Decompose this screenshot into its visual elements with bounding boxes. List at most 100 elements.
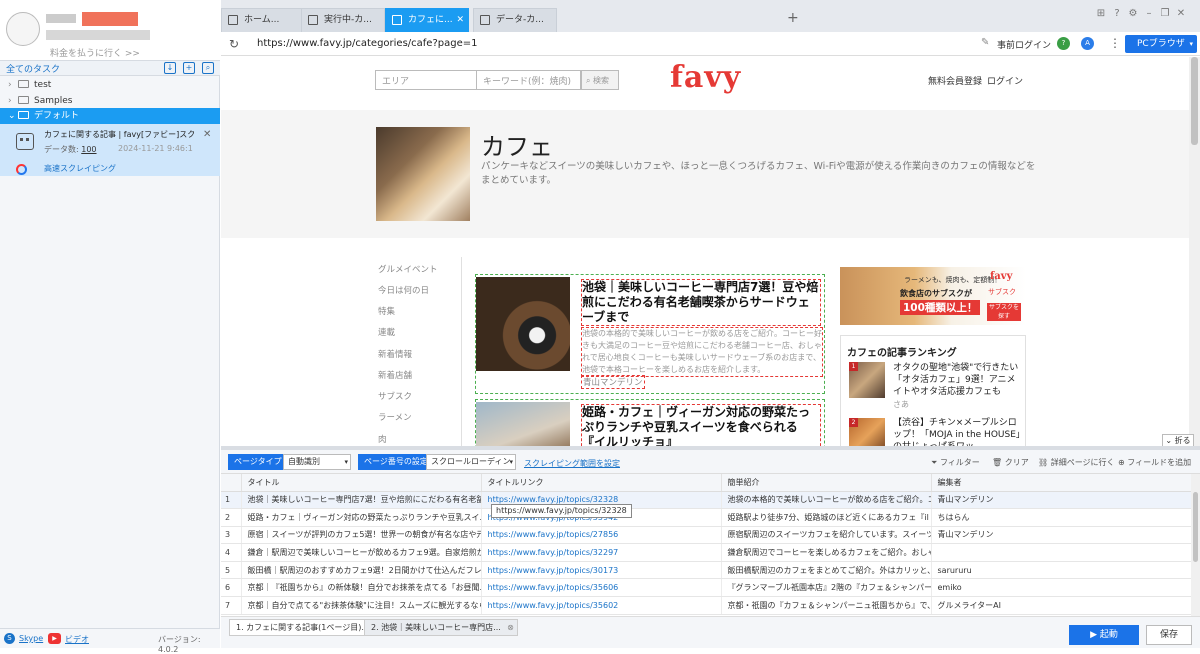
login-link[interactable]: ログイン bbox=[987, 74, 1023, 87]
side-nav-item[interactable]: 今日は何の日 bbox=[378, 284, 429, 296]
save-button[interactable]: 保存 bbox=[1146, 625, 1192, 645]
prelogin-button[interactable]: 事前ログイン bbox=[997, 38, 1051, 51]
pencil-icon[interactable]: ✎ bbox=[981, 37, 989, 48]
search-task-icon[interactable]: ⌕ bbox=[202, 62, 214, 74]
tab-data[interactable]: データ-カ... bbox=[473, 8, 557, 32]
table-row[interactable]: 5 飯田橋｜駅周辺のおすすめカフェ9選！2日間かけて仕込んだフレ... https:… bbox=[221, 561, 1191, 580]
article-image bbox=[476, 277, 570, 371]
subscription-cta[interactable]: サブスクを探す bbox=[987, 303, 1021, 321]
category-description: パンケーキなどスイーツの美味しいカフェや、ほっと一息くつろげるカフェ、Wi-Fi… bbox=[481, 161, 1036, 186]
dom-icon[interactable]: A bbox=[1081, 37, 1094, 50]
folder-samples[interactable]: › Samples bbox=[0, 93, 220, 109]
plus-circle-icon: ⊕ bbox=[1118, 458, 1125, 467]
browser-mode-select[interactable]: PCブラウザ ▾ bbox=[1125, 35, 1197, 53]
tab-bar: ホーム... 実行中-カ... カフェに... ✕ データ-カ... + ⊞ ? … bbox=[221, 0, 1200, 32]
grid-scrollbar[interactable] bbox=[1191, 474, 1200, 616]
more-menu-icon[interactable]: ⋮ bbox=[1109, 36, 1121, 50]
ranking-image[interactable]: 2 bbox=[849, 418, 885, 446]
tab-cafe[interactable]: カフェに... ✕ bbox=[385, 8, 469, 32]
folder-test[interactable]: › test bbox=[0, 77, 220, 93]
new-tab-icon[interactable]: + bbox=[787, 10, 799, 26]
skype-link[interactable]: Skype bbox=[19, 634, 43, 643]
article-title[interactable]: 姫路・カフェ｜ヴィーガン対応の野菜たっぷりランチや豆乳スイーツを食べられる『イル… bbox=[581, 404, 821, 446]
column-header-link[interactable]: タイトルリンク bbox=[481, 474, 722, 492]
favy-logo[interactable]: favy bbox=[670, 60, 741, 95]
trash-icon: 🗑 bbox=[992, 458, 1003, 467]
blurred-account-info bbox=[46, 30, 150, 40]
article-card[interactable]: 池袋｜美味しいコーヒー専門店7選！豆や焙煎にこだわる有名老舗喫茶からサードウェー… bbox=[475, 274, 825, 394]
restore-icon[interactable]: ❐ bbox=[1159, 8, 1171, 20]
side-nav-item[interactable]: 新着情報 bbox=[378, 348, 412, 360]
tab-running[interactable]: 実行中-カ... bbox=[301, 8, 385, 32]
add-field-button[interactable]: ⊕ フィールドを追加 bbox=[1118, 457, 1191, 468]
close-window-icon[interactable]: ✕ bbox=[1175, 8, 1187, 20]
scrape-range-link[interactable]: スクレイピング範囲を設定 bbox=[524, 458, 620, 469]
table-row[interactable]: 3 原宿｜スイーツが評判のカフェ5選！世界一の朝食が有名な店や元... https:… bbox=[221, 526, 1191, 545]
article-card[interactable]: 姫路・カフェ｜ヴィーガン対応の野菜たっぷりランチや豆乳スイーツを食べられる『イル… bbox=[475, 399, 825, 446]
column-header-editor[interactable]: 編集者 bbox=[931, 474, 1191, 492]
subscription-banner[interactable]: ラーメンも、焼肉も、定額制！ 飲食店のサブスクが 100種類以上！ favy サ… bbox=[840, 267, 1026, 325]
table-row[interactable]: 2姫路・カフェ｜ヴィーガン対応の野菜たっぷりランチや豆乳スイ...https:/… bbox=[221, 508, 1191, 527]
close-icon[interactable]: ✕ bbox=[203, 129, 211, 140]
ranking-item-author[interactable]: さあ bbox=[893, 399, 909, 410]
ranking-item-title[interactable]: 【渋谷】チキン×メープルシロップ！「MOJA in the HOUSE」の甘じょ… bbox=[893, 417, 1023, 446]
task-sidebar: 料金を払うに行く >> 全てのタスク ↓ + ⌕ › test › Samples … bbox=[0, 0, 220, 654]
gift-icon[interactable]: ⊞ bbox=[1095, 8, 1107, 20]
doc-icon bbox=[480, 15, 490, 25]
search-button[interactable]: ⌕ 検索 bbox=[581, 70, 619, 90]
web-page: エリア キーワード(例：焼肉) ⌕ 検索 favy 無料会員登録 ログイン カフ… bbox=[221, 57, 1189, 446]
close-tab-icon[interactable]: ⊗ bbox=[507, 620, 514, 635]
web-scrollbar[interactable] bbox=[1189, 57, 1200, 446]
avatar[interactable] bbox=[6, 12, 40, 46]
page-type-label: ページタイプ bbox=[228, 454, 288, 470]
table-row[interactable]: 6 京都｜『祇園ちから』の新体験！自分でお抹茶を点てる「お昼聞... https:/… bbox=[221, 578, 1191, 598]
step-tab-1[interactable]: 1. カフェに関する記事(1ページ目)... bbox=[229, 619, 376, 636]
clear-button[interactable]: 🗑 クリア bbox=[992, 457, 1029, 468]
table-row[interactable]: 4 鎌倉｜駅周辺で美味しいコーヒーが飲めるカフェ9選。自家焙煎か... https:… bbox=[221, 543, 1191, 562]
column-header-summary[interactable]: 簡単紹介 bbox=[721, 474, 932, 492]
side-nav-item[interactable]: サブスク bbox=[378, 390, 412, 402]
settings-icon[interactable]: ⚙ bbox=[1127, 8, 1139, 20]
page-type-select[interactable]: 自動識別 ▾ bbox=[283, 454, 351, 470]
detail-page-button[interactable]: ⛓ 詳細ページに行く bbox=[1038, 457, 1115, 468]
chevron-right-icon: › bbox=[8, 96, 12, 106]
extension-icon[interactable]: ? bbox=[1057, 37, 1070, 50]
new-task-icon[interactable]: + bbox=[183, 62, 195, 74]
doc-icon bbox=[308, 15, 318, 25]
side-nav-item[interactable]: 特集 bbox=[378, 305, 395, 317]
table-row[interactable]: 7 京都｜自分で点てる"お抹茶体験"に注目！スムーズに観光するなら... https… bbox=[221, 596, 1191, 615]
article-title[interactable]: 池袋｜美味しいコーヒー専門店7選！豆や焙煎にこだわる有名老舗喫茶からサードウェー… bbox=[581, 279, 821, 326]
page-number-select[interactable]: スクロールローディン ▾ bbox=[426, 454, 516, 470]
pay-link[interactable]: 料金を払うに行く >> bbox=[50, 46, 140, 59]
side-nav-item[interactable]: 新着店舗 bbox=[378, 369, 412, 381]
side-nav-item[interactable]: ラーメン bbox=[378, 411, 412, 423]
url-input[interactable]: https://www.favy.jp/categories/cafe?page… bbox=[257, 38, 477, 49]
register-link[interactable]: 無料会員登録 bbox=[928, 74, 982, 87]
close-tab-icon[interactable]: ✕ bbox=[456, 9, 464, 31]
minimize-icon[interactable]: – bbox=[1143, 8, 1155, 20]
reload-icon[interactable]: ↻ bbox=[229, 37, 239, 51]
skype-icon: S bbox=[4, 633, 15, 644]
blurred-plan-badge bbox=[82, 12, 138, 26]
video-link[interactable]: ビデオ bbox=[65, 634, 89, 645]
step-tab-2[interactable]: 2. 池袋｜美味しいコーヒー専門店... ⊗ bbox=[364, 619, 518, 636]
ranking-item-title[interactable]: オタクの聖地"池袋"で行きたい「オタ活カフェ」9選！アニメイトやオタ活応援カフェ… bbox=[893, 362, 1023, 398]
help-icon[interactable]: ? bbox=[1111, 8, 1123, 20]
side-nav-item[interactable]: グルメイベント bbox=[378, 263, 438, 275]
keyword-input[interactable]: キーワード(例：焼肉) bbox=[477, 70, 581, 90]
folder-default[interactable]: ⌄ デフォルト bbox=[0, 108, 220, 124]
tab-home[interactable]: ホーム... bbox=[221, 8, 305, 32]
ranking-image[interactable]: 1 bbox=[849, 362, 885, 398]
column-header-title[interactable]: タイトル bbox=[241, 474, 482, 492]
scroll-thumb[interactable] bbox=[1191, 57, 1198, 145]
filter-button[interactable]: ⏷ フィルター bbox=[931, 457, 980, 468]
run-button[interactable]: ▶ 起動 bbox=[1069, 625, 1139, 645]
task-item[interactable]: カフェに関する記事 | favy[ファビー]スク... ✕ データ数: 100 … bbox=[0, 124, 220, 176]
article-author[interactable]: 青山マンデリン bbox=[581, 375, 645, 389]
area-input[interactable]: エリア bbox=[375, 70, 477, 90]
table-row[interactable]: 1 池袋｜美味しいコーヒー専門店7選！豆や焙煎にこだわる有名老舗... https:… bbox=[221, 491, 1191, 510]
side-nav-item[interactable]: 肉 bbox=[378, 433, 387, 445]
import-icon[interactable]: ↓ bbox=[164, 62, 176, 74]
side-nav-item[interactable]: 連載 bbox=[378, 326, 395, 338]
task-mode: 高速スクレイピング bbox=[44, 164, 116, 173]
